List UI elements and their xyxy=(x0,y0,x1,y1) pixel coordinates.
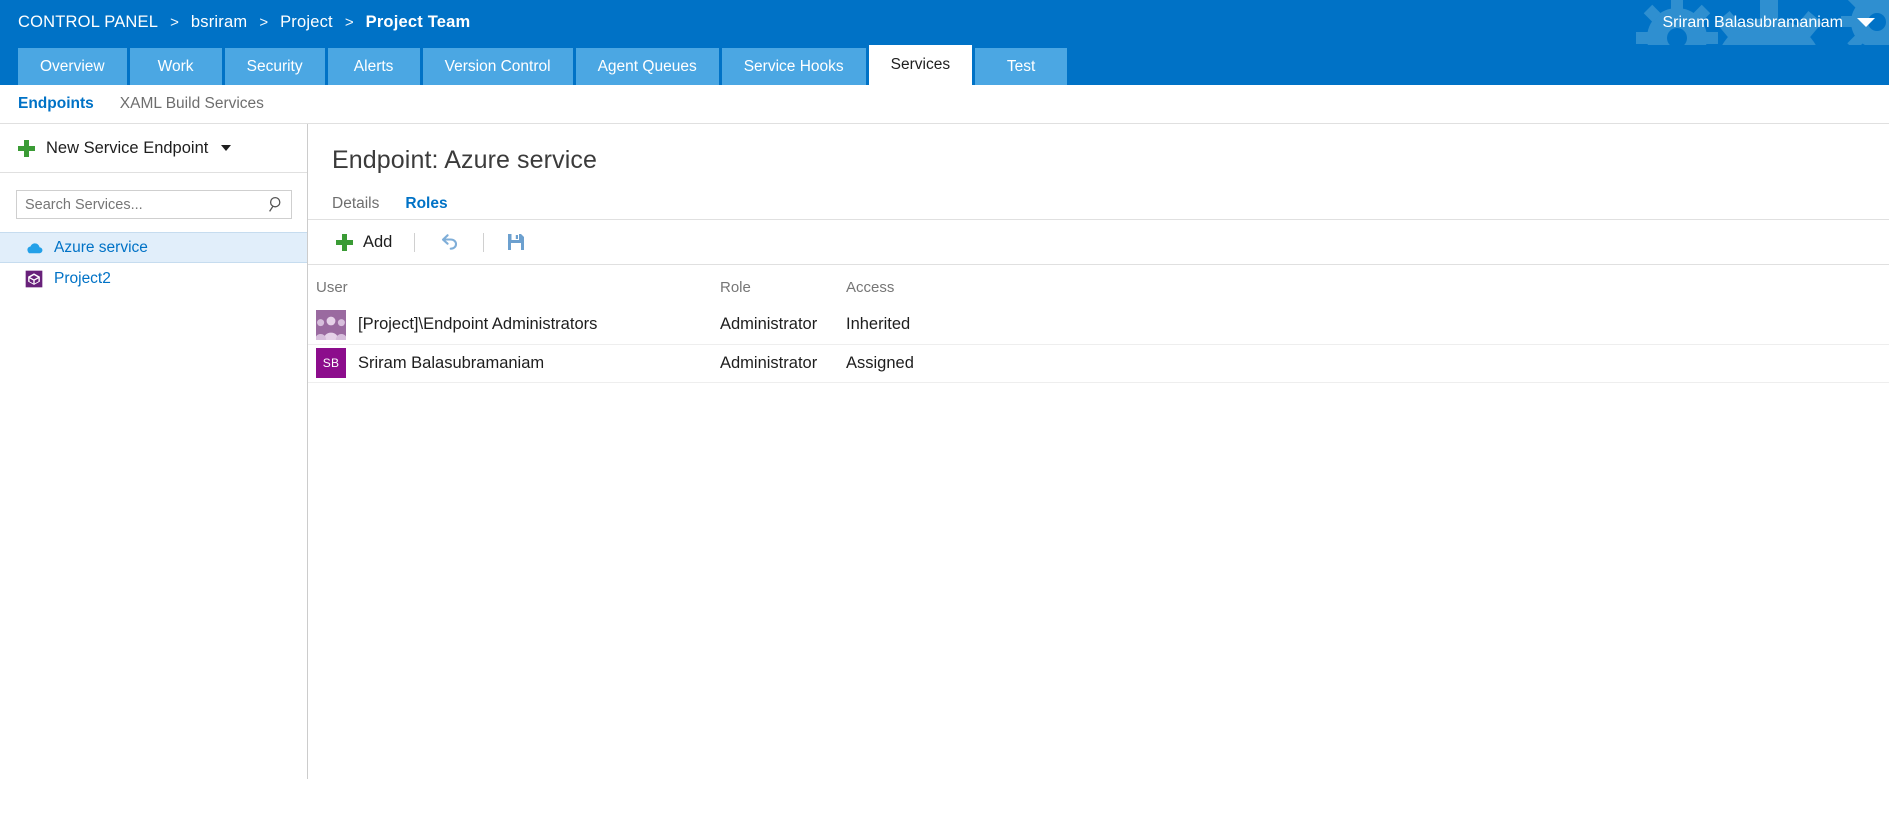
user-cell: [Project]\Endpoint Administrators xyxy=(316,309,720,340)
tab-alerts[interactable]: Alerts xyxy=(327,48,420,85)
new-service-endpoint-label: New Service Endpoint xyxy=(46,138,209,157)
sidebar-item-project2[interactable]: Project2 xyxy=(0,263,308,294)
toolbar-divider xyxy=(483,232,485,252)
cloud-icon xyxy=(27,242,43,253)
sidebar-item-azure-service[interactable]: Azure service xyxy=(0,232,308,263)
tab-security[interactable]: Security xyxy=(224,48,325,85)
search-services-container xyxy=(16,190,292,219)
endpoint-detail-pane: Endpoint: Azure service Details Roles Ad… xyxy=(308,124,1889,821)
breadcrumb-item-bsriram[interactable]: bsriram xyxy=(191,13,247,32)
user-name: Sriram Balasubramaniam xyxy=(358,353,545,372)
package-icon xyxy=(25,270,43,287)
app-header: CONTROL PANEL > bsriram > Project > Proj… xyxy=(0,0,1889,45)
tab-version-control[interactable]: Version Control xyxy=(422,48,573,85)
new-service-endpoint-button[interactable]: New Service Endpoint xyxy=(0,124,308,173)
sidebar-item-label: Project2 xyxy=(54,269,111,287)
role-value: Administrator xyxy=(720,344,846,383)
plus-icon xyxy=(336,233,353,251)
tab-test[interactable]: Test xyxy=(975,48,1068,85)
breadcrumb-separator: > xyxy=(259,14,269,31)
breadcrumb-separator: > xyxy=(170,14,179,31)
floppy-disk-icon xyxy=(508,234,525,250)
table-header-row: User Role Access xyxy=(308,265,1889,306)
subnav-item-xaml-build-services[interactable]: XAML Build Services xyxy=(120,95,264,113)
page-body: New Service Endpoint Azure service xyxy=(0,124,1889,821)
undo-button[interactable] xyxy=(423,224,475,260)
role-value: Administrator xyxy=(720,306,846,345)
breadcrumb-item-control-panel[interactable]: CONTROL PANEL xyxy=(18,13,158,32)
avatar xyxy=(316,309,346,340)
breadcrumb-item-project[interactable]: Project xyxy=(280,13,333,32)
table-row[interactable]: SB Sriram Balasubramaniam Administrator … xyxy=(308,344,1889,383)
search-icon[interactable] xyxy=(268,195,286,213)
user-cell: SB Sriram Balasubramaniam xyxy=(316,348,720,378)
roles-toolbar: Add xyxy=(308,219,1889,265)
sidebar-item-label: Azure service xyxy=(54,238,148,256)
page-title: Endpoint: Azure service xyxy=(332,146,597,174)
plus-icon xyxy=(18,139,35,157)
endpoint-detail-tabs: Details Roles xyxy=(308,175,1889,219)
access-value: Assigned xyxy=(846,344,1889,383)
group-avatar-icon xyxy=(316,309,346,340)
tab-agent-queues[interactable]: Agent Queues xyxy=(575,48,719,85)
roles-table: User Role Access [Project]\Endpoint Admi… xyxy=(308,265,1889,383)
column-header-role: Role xyxy=(720,279,751,296)
table-row[interactable]: [Project]\Endpoint Administrators Admini… xyxy=(308,306,1889,345)
user-name-label: Sriram Balasubramaniam xyxy=(1662,13,1843,31)
access-value: Inherited xyxy=(846,306,1889,345)
secondary-nav: Endpoints XAML Build Services xyxy=(0,85,1889,124)
tab-services[interactable]: Services xyxy=(868,45,973,85)
column-header-user: User xyxy=(316,279,348,296)
tab-service-hooks[interactable]: Service Hooks xyxy=(721,48,866,85)
search-input[interactable] xyxy=(16,190,292,219)
primary-tab-strip: Overview Work Security Alerts Version Co… xyxy=(0,45,1889,85)
tab-roles[interactable]: Roles xyxy=(405,195,447,213)
caret-down-icon[interactable] xyxy=(221,145,232,151)
user-name: [Project]\Endpoint Administrators xyxy=(358,315,598,334)
add-button-label: Add xyxy=(363,232,393,251)
avatar: SB xyxy=(316,348,346,378)
services-list: Azure service Project2 xyxy=(0,232,308,294)
undo-arrow-icon xyxy=(442,234,458,250)
tab-details[interactable]: Details xyxy=(332,195,379,213)
user-menu[interactable]: Sriram Balasubramaniam xyxy=(1662,0,1875,45)
add-button[interactable]: Add xyxy=(322,224,406,260)
tab-overview[interactable]: Overview xyxy=(18,48,127,85)
chevron-down-icon[interactable] xyxy=(1857,18,1875,27)
breadcrumb-item-project-team[interactable]: Project Team xyxy=(366,13,471,32)
breadcrumb: CONTROL PANEL > bsriram > Project > Proj… xyxy=(18,0,470,45)
services-sidebar: New Service Endpoint Azure service xyxy=(0,124,309,821)
subnav-item-endpoints[interactable]: Endpoints xyxy=(18,95,94,113)
toolbar-divider xyxy=(414,232,416,252)
tab-work[interactable]: Work xyxy=(129,48,222,85)
column-header-access: Access xyxy=(846,279,895,296)
breadcrumb-separator: > xyxy=(344,14,354,31)
save-button[interactable] xyxy=(492,224,540,260)
